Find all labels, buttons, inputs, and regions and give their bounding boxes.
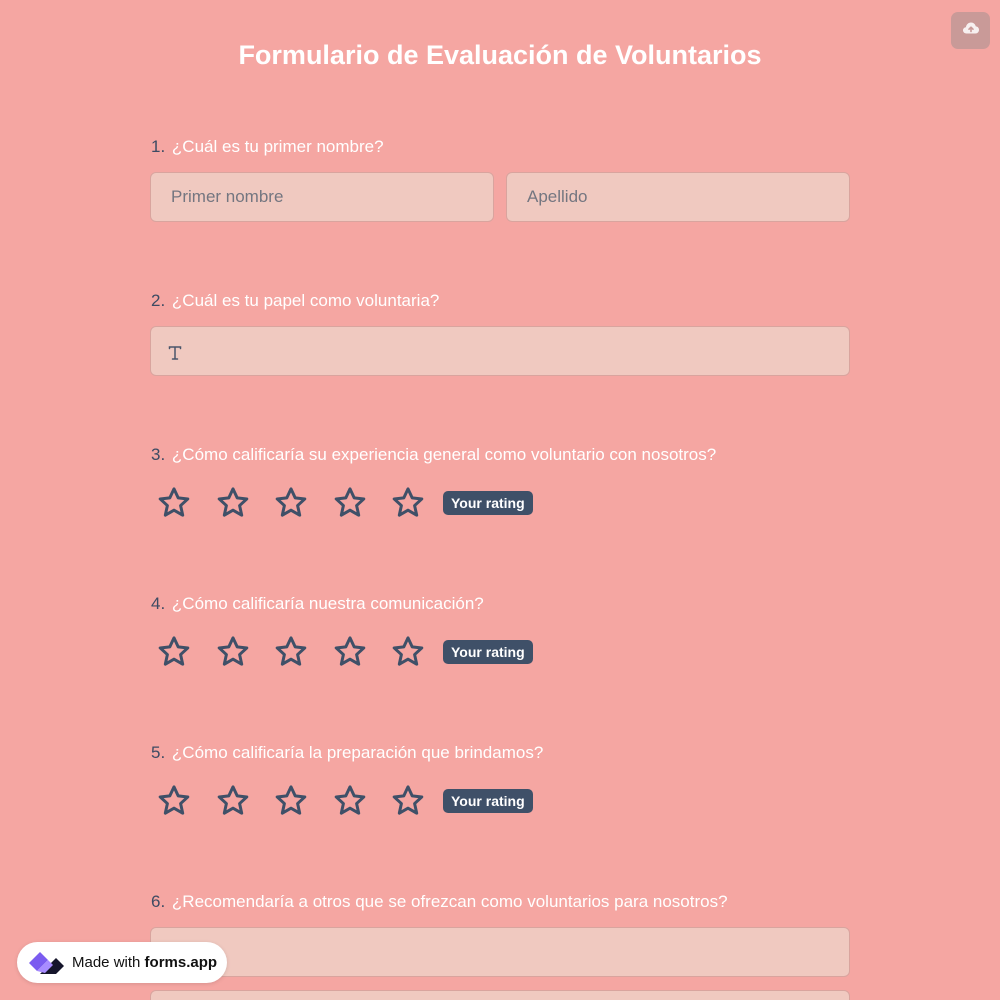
question-5-label: 5. ¿Cómo calificaría la preparación que … [151, 743, 543, 763]
question-5-number: 5. [151, 743, 166, 762]
question-3-number: 3. [151, 445, 166, 464]
cloud-upload-icon [962, 21, 980, 40]
question-3-label: 3. ¿Cómo calificaría su experiencia gene… [151, 445, 716, 465]
star-icon[interactable] [271, 483, 311, 523]
footer-text: Made with forms.app [72, 954, 217, 971]
question-2-number: 2. [151, 291, 166, 310]
question-6-number: 6. [151, 892, 166, 911]
question-1-number: 1. [151, 137, 166, 156]
star-icon[interactable] [388, 781, 428, 821]
star-icon[interactable] [388, 483, 428, 523]
star-icon[interactable] [154, 483, 194, 523]
question-1-text: ¿Cuál es tu primer nombre? [171, 137, 384, 156]
volunteer-role-input[interactable] [150, 326, 850, 376]
question-3-text: ¿Cómo calificaría su experiencia general… [171, 445, 717, 464]
rating-group-preparation: Your rating [154, 781, 533, 821]
star-icon[interactable] [330, 632, 370, 672]
question-4-label: 4. ¿Cómo calificaría nuestra comunicació… [151, 594, 484, 614]
recommend-option-1[interactable] [150, 927, 850, 977]
question-2-text: ¿Cuál es tu papel como voluntaria? [171, 291, 440, 310]
star-icon[interactable] [213, 781, 253, 821]
forms-app-logo-icon [26, 947, 66, 979]
star-icon[interactable] [154, 632, 194, 672]
star-icon[interactable] [213, 632, 253, 672]
first-name-input[interactable] [150, 172, 494, 222]
forms-app-brand: forms.app [144, 954, 218, 971]
rating-badge: Your rating [443, 789, 533, 813]
recommend-option-2[interactable] [150, 990, 850, 1000]
question-1-label: 1. ¿Cuál es tu primer nombre? [151, 137, 384, 157]
question-6-text: ¿Recomendaría a otros que se ofrezcan co… [171, 892, 728, 911]
form-title: Formulario de Evaluación de Voluntarios [238, 40, 762, 70]
star-icon[interactable] [388, 632, 428, 672]
star-icon[interactable] [330, 781, 370, 821]
question-4-text: ¿Cómo calificaría nuestra comunicación? [171, 594, 484, 613]
last-name-input[interactable] [506, 172, 850, 222]
star-icon[interactable] [330, 483, 370, 523]
rating-group-experience: Your rating [154, 483, 533, 523]
star-icon[interactable] [271, 781, 311, 821]
form-page: Formulario de Evaluación de Voluntarios … [0, 0, 1000, 1000]
question-5-text: ¿Cómo calificaría la preparación que bri… [171, 743, 544, 762]
question-2-label: 2. ¿Cuál es tu papel como voluntaria? [151, 291, 439, 311]
star-icon[interactable] [213, 483, 253, 523]
rating-badge: Your rating [443, 640, 533, 664]
made-with-forms-app-badge[interactable]: Made with forms.app [17, 942, 227, 983]
star-icon[interactable] [271, 632, 311, 672]
star-icon[interactable] [154, 781, 194, 821]
question-6-label: 6. ¿Recomendaría a otros que se ofrezcan… [151, 892, 728, 912]
rating-group-communication: Your rating [154, 632, 533, 672]
rating-badge: Your rating [443, 491, 533, 515]
made-with-label: Made with [72, 954, 141, 971]
question-4-number: 4. [151, 594, 166, 613]
